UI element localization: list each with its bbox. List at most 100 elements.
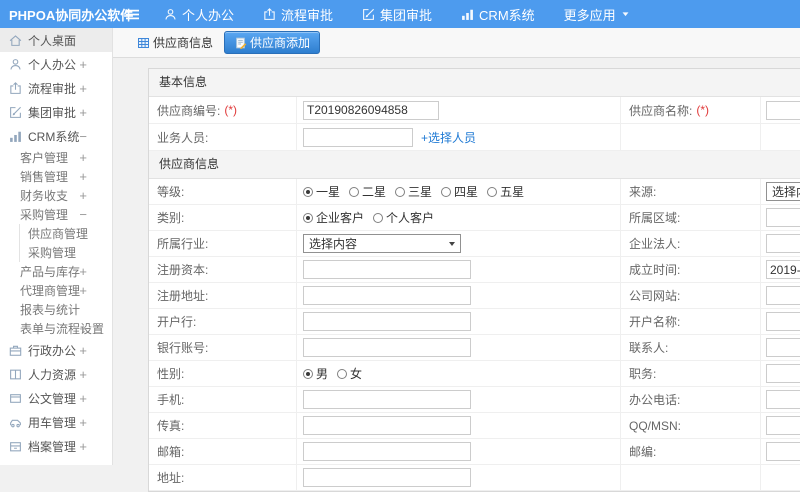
sidebar-item-personal-desktop[interactable]: 个人桌面 (0, 28, 112, 52)
topbar-nav-workflow-approval[interactable]: 流程审批 (263, 5, 333, 24)
field-label-text: 成立时间: (629, 263, 681, 277)
sidebar-item-document-mgmt[interactable]: 公文管理 + (0, 386, 112, 410)
sidebar-subitem-purchasing[interactable]: 采购管理 (20, 243, 112, 262)
expand-toggle-icon[interactable]: + (79, 105, 87, 120)
fax-input[interactable] (303, 416, 471, 435)
sidebar-item-admin-office[interactable]: 行政办公 + (0, 338, 112, 362)
hamburger-icon[interactable] (125, 8, 140, 21)
sidebar-item-workflow-approval[interactable]: 流程审批 + (0, 76, 112, 100)
position-input[interactable] (766, 364, 800, 383)
radio-option[interactable]: 四星 (441, 183, 478, 200)
field-label-text: 性别: (157, 367, 185, 381)
industry-select[interactable]: 选择内容 (303, 234, 461, 253)
address-input[interactable] (303, 468, 471, 487)
sidebar-subitem-customer-mgmt[interactable]: 客户管理 + (0, 148, 112, 167)
field-cell (761, 309, 800, 334)
topbar-nav-crm-system[interactable]: CRM系统 (461, 5, 535, 24)
radio-option[interactable]: 女 (337, 365, 362, 382)
field-cell (297, 387, 621, 412)
region-input[interactable] (766, 208, 800, 227)
field-label-text: 职务: (629, 367, 657, 381)
sidebar-subitem-label: 供应商管理 (28, 227, 89, 241)
website-input[interactable] (766, 286, 800, 305)
source-select[interactable]: 选择内容 (766, 182, 800, 201)
supplier-no-input[interactable] (303, 100, 439, 120)
sidebar-item-archive-mgmt[interactable]: 档案管理 + (0, 434, 112, 458)
expand-toggle-icon[interactable]: + (79, 283, 87, 298)
reg-address-input[interactable] (303, 286, 471, 305)
radio-option[interactable]: 二星 (349, 183, 386, 200)
tab-supplier-info[interactable]: 供应商信息 (135, 31, 215, 54)
radio-option[interactable]: 五星 (487, 183, 524, 200)
contact-person-input[interactable] (766, 338, 800, 357)
zip-code-input[interactable] (766, 442, 800, 461)
sidebar-subitem-product-stock[interactable]: 产品与库存 + (0, 262, 112, 281)
founded-date-input[interactable] (766, 260, 800, 279)
sidebar-subitem-label: 客户管理 (20, 151, 69, 165)
expand-toggle-icon[interactable]: + (79, 57, 87, 72)
expand-toggle-icon[interactable]: − (79, 207, 87, 222)
topbar-nav-personal-office[interactable]: 个人办公 (164, 5, 234, 24)
field-cell (761, 283, 800, 308)
nav-label: 流程审批 (281, 7, 334, 23)
field-label-text: 传真: (157, 419, 185, 433)
field-label: 传真: (149, 413, 297, 438)
expand-toggle-icon[interactable]: + (79, 81, 87, 96)
form-section: 基本信息供应商编号:(*)供应商名称:(*)业务人员:+选择人员 (149, 69, 800, 151)
sidebar-subitem-purchase-mgmt[interactable]: 采购管理 − (0, 205, 112, 224)
sidebar-subitem-label: 表单与流程设置 (20, 322, 105, 336)
field-label: 供应商编号: (*) (149, 97, 297, 123)
field-cell (761, 97, 800, 123)
expand-toggle-icon[interactable]: + (79, 169, 87, 184)
radio-option[interactable]: 三星 (395, 183, 432, 200)
mobile-input[interactable] (303, 390, 471, 409)
office-phone-input[interactable] (766, 390, 800, 409)
sidebar-subitem-agent-mgmt[interactable]: 代理商管理 + (0, 281, 112, 300)
sidebar-item-human-resources[interactable]: 人力资源 + (0, 362, 112, 386)
expand-toggle-icon[interactable]: + (79, 439, 87, 454)
expand-toggle-icon[interactable]: − (79, 129, 87, 144)
topbar-nav-more-apps[interactable]: 更多应用 (564, 5, 630, 24)
sidebar-subitem-finance[interactable]: 财务收支 + (0, 186, 112, 205)
bank-account-input[interactable] (303, 338, 471, 357)
expand-toggle-icon[interactable]: + (79, 367, 87, 382)
legal-person-input[interactable] (766, 234, 800, 253)
field-label: 银行账号: (149, 335, 297, 360)
expand-toggle-icon[interactable]: + (79, 321, 87, 336)
topbar-nav-group-approval[interactable]: 集团审批 (362, 5, 432, 24)
share-icon (263, 7, 276, 21)
business-person-input[interactable] (303, 127, 413, 147)
expand-toggle-icon[interactable]: + (79, 415, 87, 430)
radio-option[interactable]: 企业客户 (303, 209, 364, 226)
tab-label: 供应商添加 (250, 36, 311, 50)
sidebar-subitem-reports[interactable]: 报表与统计 (0, 300, 112, 319)
supplier-name-input[interactable] (766, 100, 800, 120)
sidebar-subitem-form-flow-settings[interactable]: 表单与流程设置 + (0, 319, 112, 338)
expand-toggle-icon[interactable]: + (79, 391, 87, 406)
expand-toggle-icon[interactable]: + (79, 188, 87, 203)
add-doc-icon (234, 37, 247, 49)
reg-capital-input[interactable] (303, 260, 471, 279)
sidebar-subitem-supplier-mgmt[interactable]: 供应商管理 (20, 224, 112, 243)
select-person-link[interactable]: +选择人员 (421, 129, 476, 146)
sidebar-item-crm-system[interactable]: CRM系统 − (0, 124, 112, 148)
radio-label: 一星 (316, 185, 341, 199)
sidebar-item-personal-office[interactable]: 个人办公 + (0, 52, 112, 76)
expand-toggle-icon[interactable]: + (79, 150, 87, 165)
expand-toggle-icon[interactable]: + (79, 264, 87, 279)
radio-option[interactable]: 男 (303, 365, 328, 382)
account-name-input[interactable] (766, 312, 800, 331)
tab-supplier-add[interactable]: 供应商添加 (224, 31, 321, 54)
sidebar-item-vehicle-mgmt[interactable]: 用车管理 + (0, 410, 112, 434)
sidebar-subitem-sales-mgmt[interactable]: 销售管理 + (0, 167, 112, 186)
sidebar-item-group-approval[interactable]: 集团审批 + (0, 100, 112, 124)
sidebar-menu: 个人桌面 个人办公 + 流程审批 + 集团审批 + CRM系统 − 客户管理 + 销售管理 + 财务收支 +… (0, 28, 112, 458)
radio-option[interactable]: 一星 (303, 183, 340, 200)
expand-toggle-icon[interactable]: + (79, 343, 87, 358)
email-input[interactable] (303, 442, 471, 461)
radio-option[interactable]: 个人客户 (373, 209, 434, 226)
bank-input[interactable] (303, 312, 471, 331)
form-row: 邮箱: 邮编: (149, 439, 800, 465)
qq-msn-input[interactable] (766, 416, 800, 435)
level-radio-group: 一星 二星 三星 四星 五星 (303, 183, 524, 200)
